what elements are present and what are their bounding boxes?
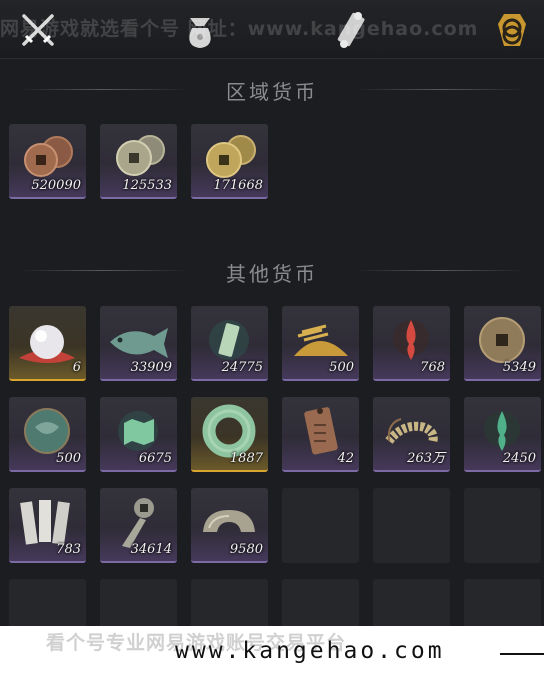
currency-count: 6675: [138, 451, 172, 466]
tab-equipment[interactable]: [16, 8, 60, 52]
currency-slot[interactable]: 125533: [100, 124, 177, 199]
section-title-other: 其他货币: [226, 262, 318, 286]
money-pouch-icon: [189, 18, 211, 48]
tab-pouch[interactable]: [178, 8, 222, 52]
currency-slot[interactable]: 500: [282, 306, 359, 381]
currency-slot[interactable]: 6675: [100, 397, 177, 472]
top-tab-bar: 网易游戏就选看个号 网址：www.kangehao.com: [0, 0, 544, 59]
banner-url: www.kangehao.com: [175, 638, 445, 664]
currency-count: 24775: [221, 360, 263, 375]
currency-slot[interactable]: 34614: [100, 488, 177, 563]
currency-count: 42: [337, 451, 354, 466]
section-title-regional: 区域货币: [226, 80, 318, 104]
currency-count: 33909: [130, 360, 172, 375]
currency-slot[interactable]: 33909: [100, 306, 177, 381]
currency-count: 9580: [229, 542, 263, 557]
currency-slot[interactable]: 24775: [191, 306, 268, 381]
currency-count: 500: [56, 451, 81, 466]
currency-count: 263万: [407, 451, 445, 466]
top-watermark: 网易游戏就选看个号 网址：www.kangehao.com: [0, 18, 479, 40]
crossed-swords-icon: [22, 14, 54, 46]
currency-count: 768: [420, 360, 445, 375]
currency-count: 783: [56, 542, 81, 557]
currency-slot[interactable]: 9580: [191, 488, 268, 563]
currency-slot[interactable]: 500: [9, 397, 86, 472]
currency-count: 500: [329, 360, 354, 375]
currency-count: 5349: [502, 360, 536, 375]
watermark-banner: 看个号专业网易游戏账号交易平台 www.kangehao.com: [0, 626, 544, 674]
currency-count: 125533: [122, 178, 172, 193]
empty-slot: [282, 488, 359, 563]
coin-stack-icon: [498, 14, 526, 46]
empty-slot: [464, 488, 541, 563]
currency-count: 1887: [229, 451, 263, 466]
banner-divider: [500, 653, 544, 655]
currency-count: 171668: [213, 178, 263, 193]
scroll-icon: [337, 12, 365, 48]
currency-count: 34614: [130, 542, 172, 557]
currency-count: 2450: [502, 451, 536, 466]
tab-currency[interactable]: [490, 8, 534, 52]
currency-slot[interactable]: 2450: [464, 397, 541, 472]
currency-slot[interactable]: 768: [373, 306, 450, 381]
currency-slot[interactable]: 5349: [464, 306, 541, 381]
currency-slot[interactable]: 783: [9, 488, 86, 563]
tab-scroll[interactable]: [330, 8, 374, 52]
currency-slot[interactable]: 6: [9, 306, 86, 381]
currency-slot[interactable]: 171668: [191, 124, 268, 199]
currency-count: 6: [72, 360, 81, 375]
empty-slot: [373, 488, 450, 563]
currency-slot[interactable]: 1887: [191, 397, 268, 472]
currency-slot[interactable]: 263万: [373, 397, 450, 472]
currency-count: 520090: [31, 178, 81, 193]
currency-slot[interactable]: 520090: [9, 124, 86, 199]
currency-slot[interactable]: 42: [282, 397, 359, 472]
